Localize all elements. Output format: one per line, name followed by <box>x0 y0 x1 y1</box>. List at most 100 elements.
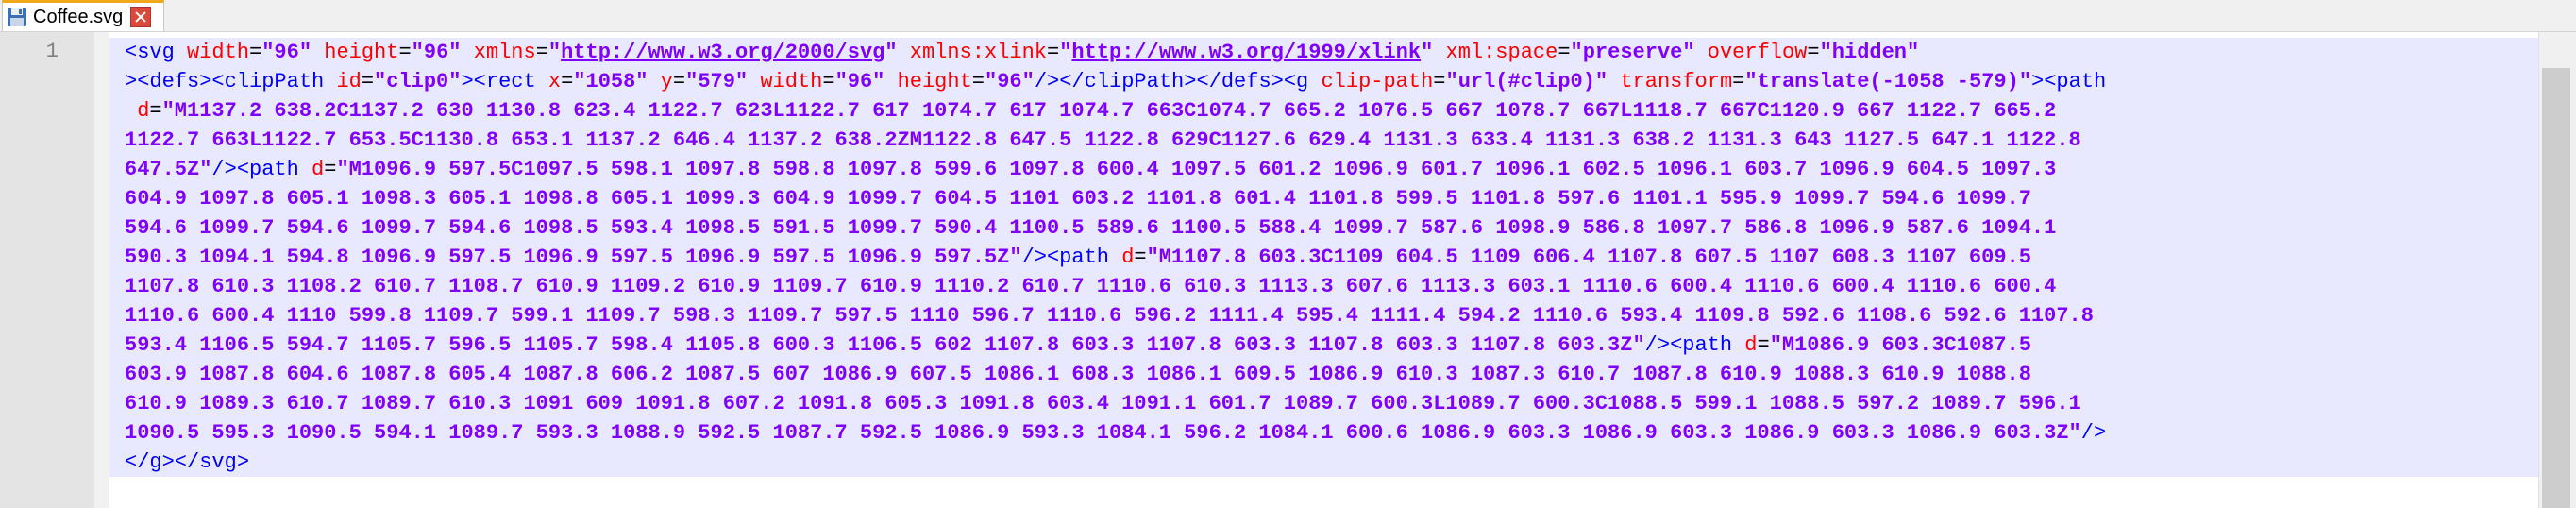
code-token: transform <box>1620 70 1733 93</box>
code-line[interactable]: 590.3 1094.1 594.8 1096.9 597.5 1096.9 5… <box>125 243 2522 272</box>
code-token: width <box>187 41 250 64</box>
code-token: "M1096.9 597.5C1097.5 598.1 1097.8 598.8… <box>336 158 2057 181</box>
code-token: ><path <box>2031 70 2107 93</box>
code-token: = <box>1433 70 1446 93</box>
code-line[interactable]: 593.4 1106.5 594.7 1105.7 596.5 1105.7 5… <box>125 330 2522 360</box>
code-token: "preserve" <box>1570 41 1695 64</box>
code-line[interactable]: 1090.5 595.3 1090.5 594.1 1089.7 593.3 1… <box>125 418 2522 448</box>
code-token: = <box>535 41 548 64</box>
code-token: "M1107.8 603.3C1109 604.5 1109 606.4 110… <box>1146 246 2031 269</box>
code-token: y <box>660 70 673 93</box>
code-token: <svg <box>125 41 188 64</box>
code-token: 590.3 1094.1 594.8 1096.9 597.5 1096.9 5… <box>125 246 1022 269</box>
code-line[interactable]: 603.9 1087.8 604.6 1087.8 605.4 1087.8 6… <box>125 360 2522 389</box>
code-token: = <box>672 70 686 93</box>
code-token: overflow <box>1707 41 1808 64</box>
code-token: " <box>884 41 898 64</box>
code-token: "96" <box>834 70 885 93</box>
fold-margin <box>94 32 109 508</box>
line-number: 1 <box>45 40 59 63</box>
line-number-gutter: 1 <box>0 32 109 508</box>
code-token: "96" <box>411 41 462 64</box>
code-token: xmlns:xlink <box>909 41 1048 64</box>
code-token: d <box>137 99 150 123</box>
code-token: 1110.6 600.4 1110 599.8 1109.7 599.1 110… <box>125 304 2094 328</box>
code-token: width <box>760 70 823 93</box>
code-token: /><path <box>1021 246 1122 269</box>
code-token: = <box>324 158 337 181</box>
close-icon[interactable] <box>130 7 152 27</box>
code-token: d <box>1744 333 1758 357</box>
code-editor[interactable]: <svg width="96" height="96" xmlns="http:… <box>109 32 2538 508</box>
code-token: = <box>1757 333 1770 357</box>
code-token: "clip0" <box>374 70 462 93</box>
code-token: /></clipPath></defs><g <box>1034 70 1322 93</box>
code-token: 603.9 1087.8 604.6 1087.8 605.4 1087.8 6… <box>125 363 2031 386</box>
code-token: " <box>1421 41 1434 64</box>
code-token: xml:space <box>1445 41 1558 64</box>
scrollbar-thumb[interactable] <box>2542 68 2570 508</box>
code-token: = <box>1732 70 1745 93</box>
code-text[interactable]: <svg width="96" height="96" xmlns="http:… <box>125 38 2522 477</box>
code-line[interactable]: 647.5Z"/><path d="M1096.9 597.5C1097.5 5… <box>125 155 2522 184</box>
code-line[interactable]: 1107.8 610.3 1108.2 610.7 1108.7 610.9 1… <box>125 272 2522 301</box>
code-token: = <box>822 70 835 93</box>
save-disk-icon <box>8 8 26 26</box>
code-token: "hidden" <box>1819 41 1920 64</box>
code-token: height <box>897 70 972 93</box>
code-token: = <box>398 41 412 64</box>
code-line[interactable]: 604.9 1097.8 605.1 1098.3 605.1 1098.8 6… <box>125 184 2522 213</box>
code-token: /><path <box>211 158 312 181</box>
code-token: 1122.7 663L1122.7 653.5C1130.8 653.1 113… <box>125 128 2081 152</box>
code-token: d <box>1121 246 1135 269</box>
code-token: 593.4 1106.5 594.7 1105.7 596.5 1105.7 5… <box>125 333 1645 357</box>
code-token: /> <box>2080 421 2107 445</box>
code-line[interactable]: 1122.7 663L1122.7 653.5C1130.8 653.1 113… <box>125 126 2522 155</box>
code-token: ><rect <box>461 70 548 93</box>
code-token: = <box>1047 41 1060 64</box>
code-token: " <box>1059 41 1072 64</box>
code-token: d <box>311 158 325 181</box>
code-line[interactable]: <svg width="96" height="96" xmlns="http:… <box>125 38 2522 67</box>
code-token: 1107.8 610.3 1108.2 610.7 1108.7 610.9 1… <box>125 275 2057 298</box>
code-token: = <box>561 70 574 93</box>
code-token: "url(#clip0)" <box>1445 70 1608 93</box>
code-token: = <box>971 70 985 93</box>
code-token: = <box>149 99 162 123</box>
code-token: x <box>547 70 562 93</box>
code-token: 604.9 1097.8 605.1 1098.3 605.1 1098.8 6… <box>125 187 2031 211</box>
code-token: = <box>361 70 375 93</box>
code-token: "translate(-1058 -579)" <box>1744 70 2032 93</box>
code-token: 610.9 1089.3 610.7 1089.7 610.3 1091 609… <box>125 392 2081 415</box>
code-token: "96" <box>985 70 1035 93</box>
code-token: = <box>249 41 262 64</box>
code-token: /><path <box>1644 333 1745 357</box>
code-token: "579" <box>685 70 749 93</box>
code-line[interactable]: 610.9 1089.3 610.7 1089.7 610.3 1091 609… <box>125 389 2522 418</box>
tab-bar: Coffee.svg <box>0 0 2576 32</box>
code-line[interactable]: 1110.6 600.4 1110 599.8 1109.7 599.1 110… <box>125 301 2522 330</box>
code-line[interactable]: d="M1137.2 638.2C1137.2 630 1130.8 623.4… <box>125 96 2522 126</box>
code-token: </g></svg> <box>125 450 250 474</box>
code-token: "1058" <box>573 70 648 93</box>
code-line[interactable]: 594.6 1099.7 594.6 1099.7 594.6 1098.5 5… <box>125 213 2522 243</box>
code-token: http://www.w3.org/2000/svg <box>561 41 885 64</box>
code-line[interactable]: ><defs><clipPath id="clip0"><rect x="105… <box>125 67 2522 96</box>
tab-coffee-svg[interactable]: Coffee.svg <box>2 0 164 31</box>
code-token: height <box>324 41 399 64</box>
code-line[interactable]: </g></svg> <box>125 448 2522 477</box>
code-token: "96" <box>261 41 312 64</box>
code-token: "M1086.9 603.3C1087.5 <box>1769 333 2031 357</box>
tab-label: Coffee.svg <box>33 6 124 27</box>
code-token: "M1137.2 638.2C1137.2 630 1130.8 623.4 1… <box>161 99 2057 123</box>
